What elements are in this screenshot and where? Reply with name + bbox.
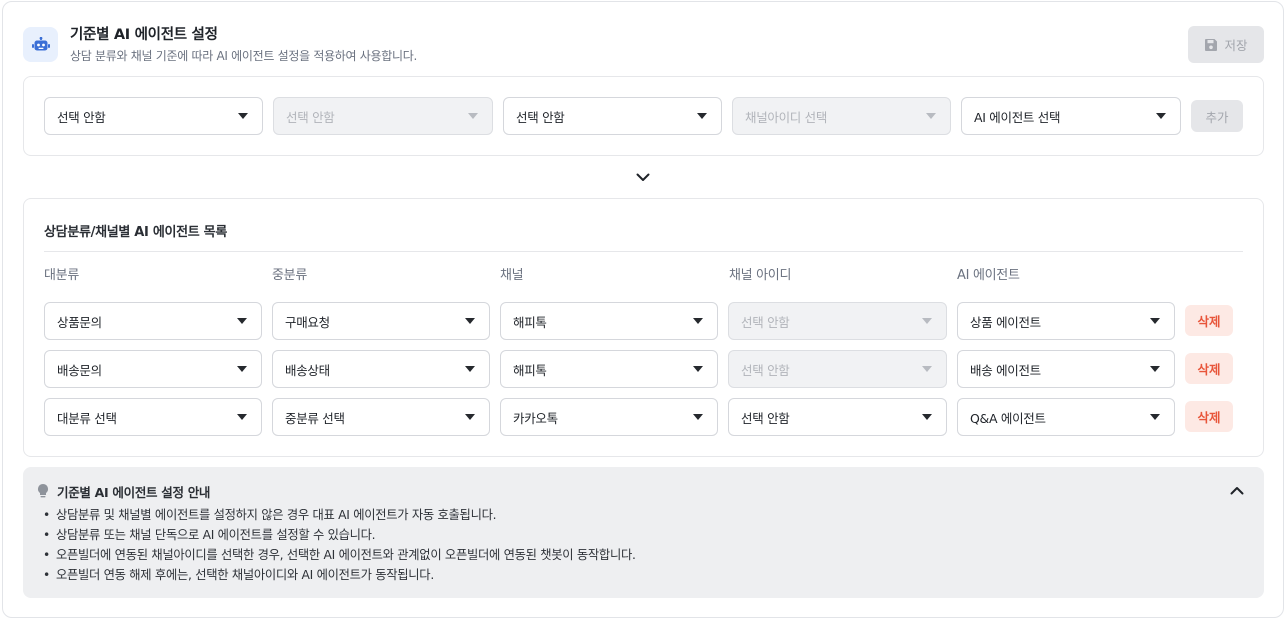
caret-down-icon bbox=[1156, 113, 1166, 119]
add-button[interactable]: 추가 bbox=[1191, 100, 1243, 132]
save-button[interactable]: 저장 bbox=[1188, 26, 1264, 63]
caret-down-icon bbox=[1150, 366, 1160, 372]
row-agent-select[interactable]: 상품 에이전트 bbox=[957, 302, 1175, 340]
row-middle-select[interactable]: 배송상태 bbox=[272, 350, 490, 388]
save-button-label: 저장 bbox=[1224, 39, 1248, 53]
add-channel-id-select: 채널아이디 선택 bbox=[732, 97, 951, 135]
caret-down-icon bbox=[922, 318, 932, 324]
add-agent-select[interactable]: AI 에이전트 선택 bbox=[961, 97, 1181, 135]
caret-down-icon bbox=[237, 414, 247, 420]
divider bbox=[44, 251, 1243, 252]
caret-down-icon bbox=[238, 113, 248, 119]
caret-down-icon bbox=[465, 414, 475, 420]
delete-button[interactable]: 삭제 bbox=[1185, 401, 1233, 432]
caret-down-icon bbox=[693, 366, 703, 372]
add-major-category-value: 선택 안함 bbox=[57, 109, 106, 125]
caret-down-icon bbox=[465, 366, 475, 372]
column-header-channel-id: 채널 아이디 bbox=[729, 268, 792, 283]
caret-down-icon bbox=[468, 113, 478, 119]
row-agent-select[interactable]: Q&A 에이전트 bbox=[957, 398, 1175, 436]
guide-item: 상담분류 또는 채널 단독으로 AI 에이전트를 설정할 수 있습니다. bbox=[43, 527, 636, 547]
floppy-disk-icon bbox=[1205, 38, 1218, 51]
caret-down-icon bbox=[1150, 414, 1160, 420]
caret-down-icon bbox=[922, 366, 932, 372]
add-channel-value: 선택 안함 bbox=[516, 109, 565, 125]
delete-button[interactable]: 삭제 bbox=[1185, 305, 1233, 336]
caret-down-icon bbox=[237, 366, 247, 372]
delete-button[interactable]: 삭제 bbox=[1185, 353, 1233, 384]
add-channel-id-value: 채널아이디 선택 bbox=[745, 109, 828, 125]
chevron-up-icon[interactable] bbox=[1230, 484, 1246, 500]
row-channel-select[interactable]: 카카오톡 bbox=[500, 398, 718, 436]
row-channel-value: 해피톡 bbox=[513, 362, 547, 378]
row-agent-select[interactable]: 배송 에이전트 bbox=[957, 350, 1175, 388]
caret-down-icon bbox=[693, 414, 703, 420]
row-channel-select[interactable]: 해피톡 bbox=[500, 302, 718, 340]
row-major-select[interactable]: 배송문의 bbox=[44, 350, 262, 388]
row-major-select[interactable]: 상품문의 bbox=[44, 302, 262, 340]
row-channel-value: 카카오톡 bbox=[513, 410, 558, 426]
row-major-value: 상품문의 bbox=[57, 314, 102, 330]
lightbulb-icon bbox=[36, 483, 50, 499]
add-major-category-select[interactable]: 선택 안함 bbox=[44, 97, 263, 135]
row-channel-id-value: 선택 안함 bbox=[741, 362, 790, 378]
row-middle-value: 배송상태 bbox=[285, 362, 330, 378]
page-title: 기준별 AI 에이전트 설정 bbox=[70, 27, 218, 43]
guide-title: 기준별 AI 에이전트 설정 안내 bbox=[57, 485, 211, 500]
add-middle-category-select: 선택 안함 bbox=[273, 97, 493, 135]
row-middle-value: 중분류 선택 bbox=[285, 410, 345, 426]
caret-down-icon bbox=[697, 113, 707, 119]
caret-down-icon bbox=[465, 318, 475, 324]
caret-down-icon bbox=[922, 414, 932, 420]
column-header-agent: AI 에이전트 bbox=[957, 268, 1020, 283]
column-header-major: 대분류 bbox=[44, 268, 79, 283]
guide-item: 오픈빌더에 연동된 채널아이디를 선택한 경우, 선택한 AI 에이전트와 관계… bbox=[43, 547, 636, 567]
row-channel-select[interactable]: 해피톡 bbox=[500, 350, 718, 388]
add-agent-value: AI 에이전트 선택 bbox=[974, 109, 1061, 125]
caret-down-icon bbox=[693, 318, 703, 324]
row-middle-value: 구매요청 bbox=[285, 314, 330, 330]
row-channel-id-select: 선택 안함 bbox=[728, 350, 947, 388]
list-title: 상담분류/채널별 AI 에이전트 목록 bbox=[44, 225, 228, 240]
row-channel-id-select[interactable]: 선택 안함 bbox=[728, 398, 947, 436]
column-header-middle: 중분류 bbox=[272, 268, 307, 283]
guide-item: 오픈빌더 연동 해제 후에는, 선택한 채널아이디와 AI 에이전트가 동작됩니… bbox=[43, 567, 636, 587]
row-major-value: 배송문의 bbox=[57, 362, 102, 378]
add-channel-select[interactable]: 선택 안함 bbox=[503, 97, 722, 135]
guide-list: 상담분류 및 채널별 에이전트를 설정하지 않은 경우 대표 AI 에이전트가 … bbox=[43, 507, 636, 587]
row-channel-value: 해피톡 bbox=[513, 314, 547, 330]
caret-down-icon bbox=[237, 318, 247, 324]
caret-down-icon bbox=[1150, 318, 1160, 324]
row-major-value: 대분류 선택 bbox=[57, 410, 117, 426]
add-middle-category-value: 선택 안함 bbox=[286, 109, 335, 125]
robot-icon bbox=[23, 27, 58, 62]
row-major-select[interactable]: 대분류 선택 bbox=[44, 398, 262, 436]
row-channel-id-select: 선택 안함 bbox=[728, 302, 947, 340]
row-channel-id-value: 선택 안함 bbox=[741, 314, 790, 330]
row-agent-value: 상품 에이전트 bbox=[970, 314, 1041, 330]
row-middle-select[interactable]: 구매요청 bbox=[272, 302, 490, 340]
row-channel-id-value: 선택 안함 bbox=[741, 410, 790, 426]
column-header-channel: 채널 bbox=[500, 268, 524, 283]
row-middle-select[interactable]: 중분류 선택 bbox=[272, 398, 490, 436]
page-subtitle: 상담 분류와 채널 기준에 따라 AI 에이전트 설정을 적용하여 사용합니다. bbox=[70, 49, 418, 63]
guide-item: 상담분류 및 채널별 에이전트를 설정하지 않은 경우 대표 AI 에이전트가 … bbox=[43, 507, 636, 527]
caret-down-icon bbox=[926, 113, 936, 119]
chevron-down-icon[interactable] bbox=[634, 168, 652, 186]
row-agent-value: Q&A 에이전트 bbox=[970, 410, 1046, 426]
row-agent-value: 배송 에이전트 bbox=[970, 362, 1041, 378]
